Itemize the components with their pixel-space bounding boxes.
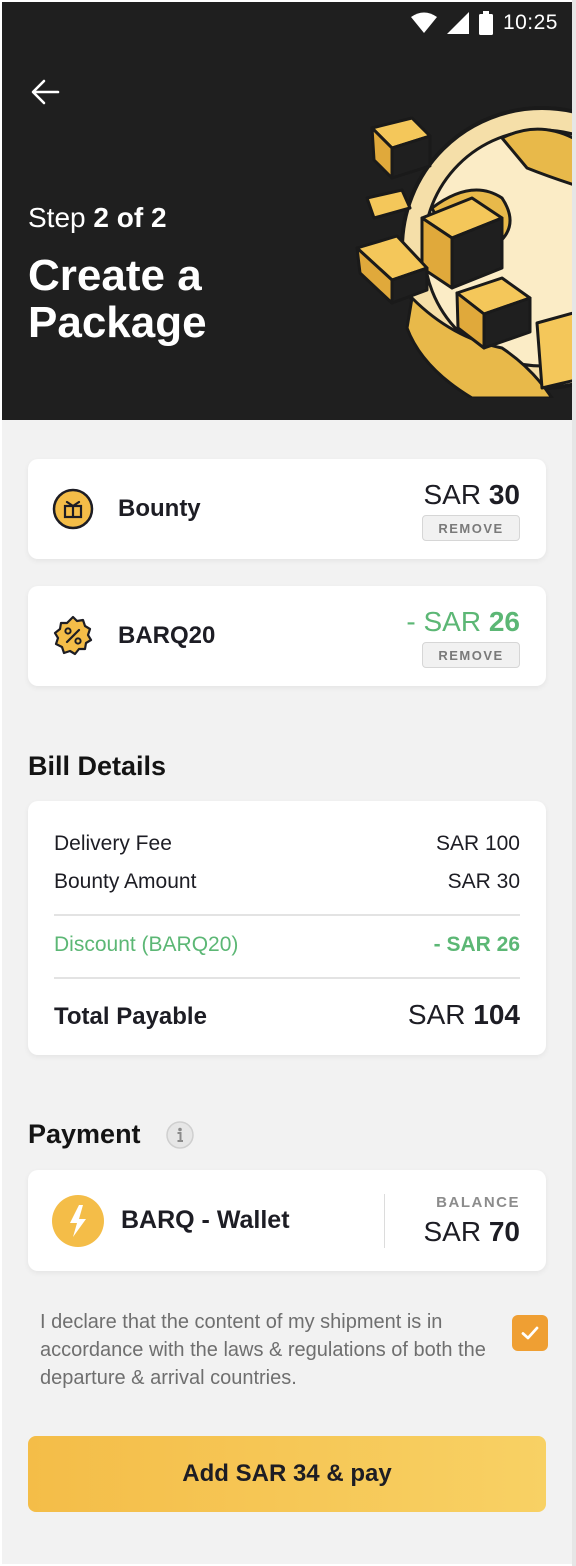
discount-badge-icon <box>53 615 93 656</box>
wallet-name: BARQ - Wallet <box>121 1206 290 1234</box>
payment-title: Payment <box>28 1119 141 1149</box>
bill-row-value: SAR 100 <box>435 832 520 855</box>
signal-icon <box>446 12 469 34</box>
divider <box>54 977 520 979</box>
balance-amount: 70 <box>488 1216 520 1247</box>
divider <box>384 1194 385 1248</box>
total-amount: 104 <box>473 999 520 1030</box>
total-value: SAR 104 <box>408 999 520 1031</box>
discount-row: Discount (BARQ20) - SAR 26 <box>54 933 520 957</box>
bounty-amount: 30 <box>488 479 520 510</box>
status-bar: 10:25 <box>410 8 558 38</box>
promo-code-label: BARQ20 <box>118 622 216 649</box>
scrollbar-track <box>572 0 576 1566</box>
step-indicator: Step 2 of 2 <box>28 202 167 234</box>
bill-card: Delivery Fee SAR 100 Bounty Amount SAR 3… <box>28 801 546 1055</box>
bill-row-label: Bounty Amount <box>54 870 197 893</box>
checkmark-icon <box>521 1326 539 1340</box>
bill-row-value: SAR 30 <box>447 870 520 893</box>
header: 10:25 Step 2 of 2 Create a Package <box>2 2 572 420</box>
bill-row-label: Delivery Fee <box>54 832 172 855</box>
discount-label: Discount (BARQ20) <box>54 933 239 956</box>
remove-bounty-button[interactable]: REMOVE <box>422 515 520 541</box>
battery-icon <box>478 11 493 35</box>
phone-screen: 10:25 Step 2 of 2 Create a Package Bount… <box>2 2 572 1564</box>
bill-row: Delivery Fee SAR 100 <box>54 832 520 856</box>
arrow-left-icon <box>31 79 60 105</box>
promo-currency: - SAR <box>406 606 482 637</box>
total-currency: SAR <box>407 999 466 1030</box>
bill-details-title: Bill Details <box>28 751 167 781</box>
balance-label: BALANCE <box>436 1194 520 1211</box>
step-value: 2 of 2 <box>93 202 167 233</box>
page-title: Create a Package <box>28 251 207 347</box>
bounty-currency: SAR <box>423 479 482 510</box>
globe-packages-illustration <box>355 106 572 398</box>
step-prefix: Step <box>28 202 86 233</box>
balance-currency: SAR <box>423 1216 482 1247</box>
bounty-card: Bounty SAR 30 REMOVE <box>28 459 546 559</box>
discount-value: - SAR 26 <box>433 933 520 956</box>
declaration-text: I declare that the content of my shipmen… <box>40 1311 486 1389</box>
add-and-pay-button[interactable]: Add SAR 34 & pay <box>28 1436 546 1512</box>
bounty-price: SAR 30 <box>423 479 520 511</box>
promo-amount: 26 <box>488 606 520 637</box>
info-icon[interactable] <box>166 1121 194 1149</box>
status-time: 10:25 <box>502 11 558 34</box>
total-label: Total Payable <box>54 1003 207 1030</box>
divider <box>54 914 520 916</box>
promo-card: BARQ20 - SAR 26 REMOVE <box>28 586 546 686</box>
back-button[interactable] <box>26 72 66 112</box>
gift-icon <box>52 488 94 530</box>
bill-row: Bounty Amount SAR 30 <box>54 870 520 894</box>
wifi-icon <box>410 12 437 33</box>
wallet-card[interactable]: BARQ - Wallet BALANCE SAR 70 <box>28 1170 546 1271</box>
declaration-checkbox[interactable] <box>512 1315 548 1351</box>
balance-value: SAR 70 <box>423 1216 520 1248</box>
remove-promo-button[interactable]: REMOVE <box>422 642 520 668</box>
barq-logo-icon <box>52 1195 104 1247</box>
bounty-label: Bounty <box>118 495 201 522</box>
promo-discount: - SAR 26 <box>406 606 520 638</box>
total-row: Total Payable SAR 104 <box>54 999 520 1031</box>
